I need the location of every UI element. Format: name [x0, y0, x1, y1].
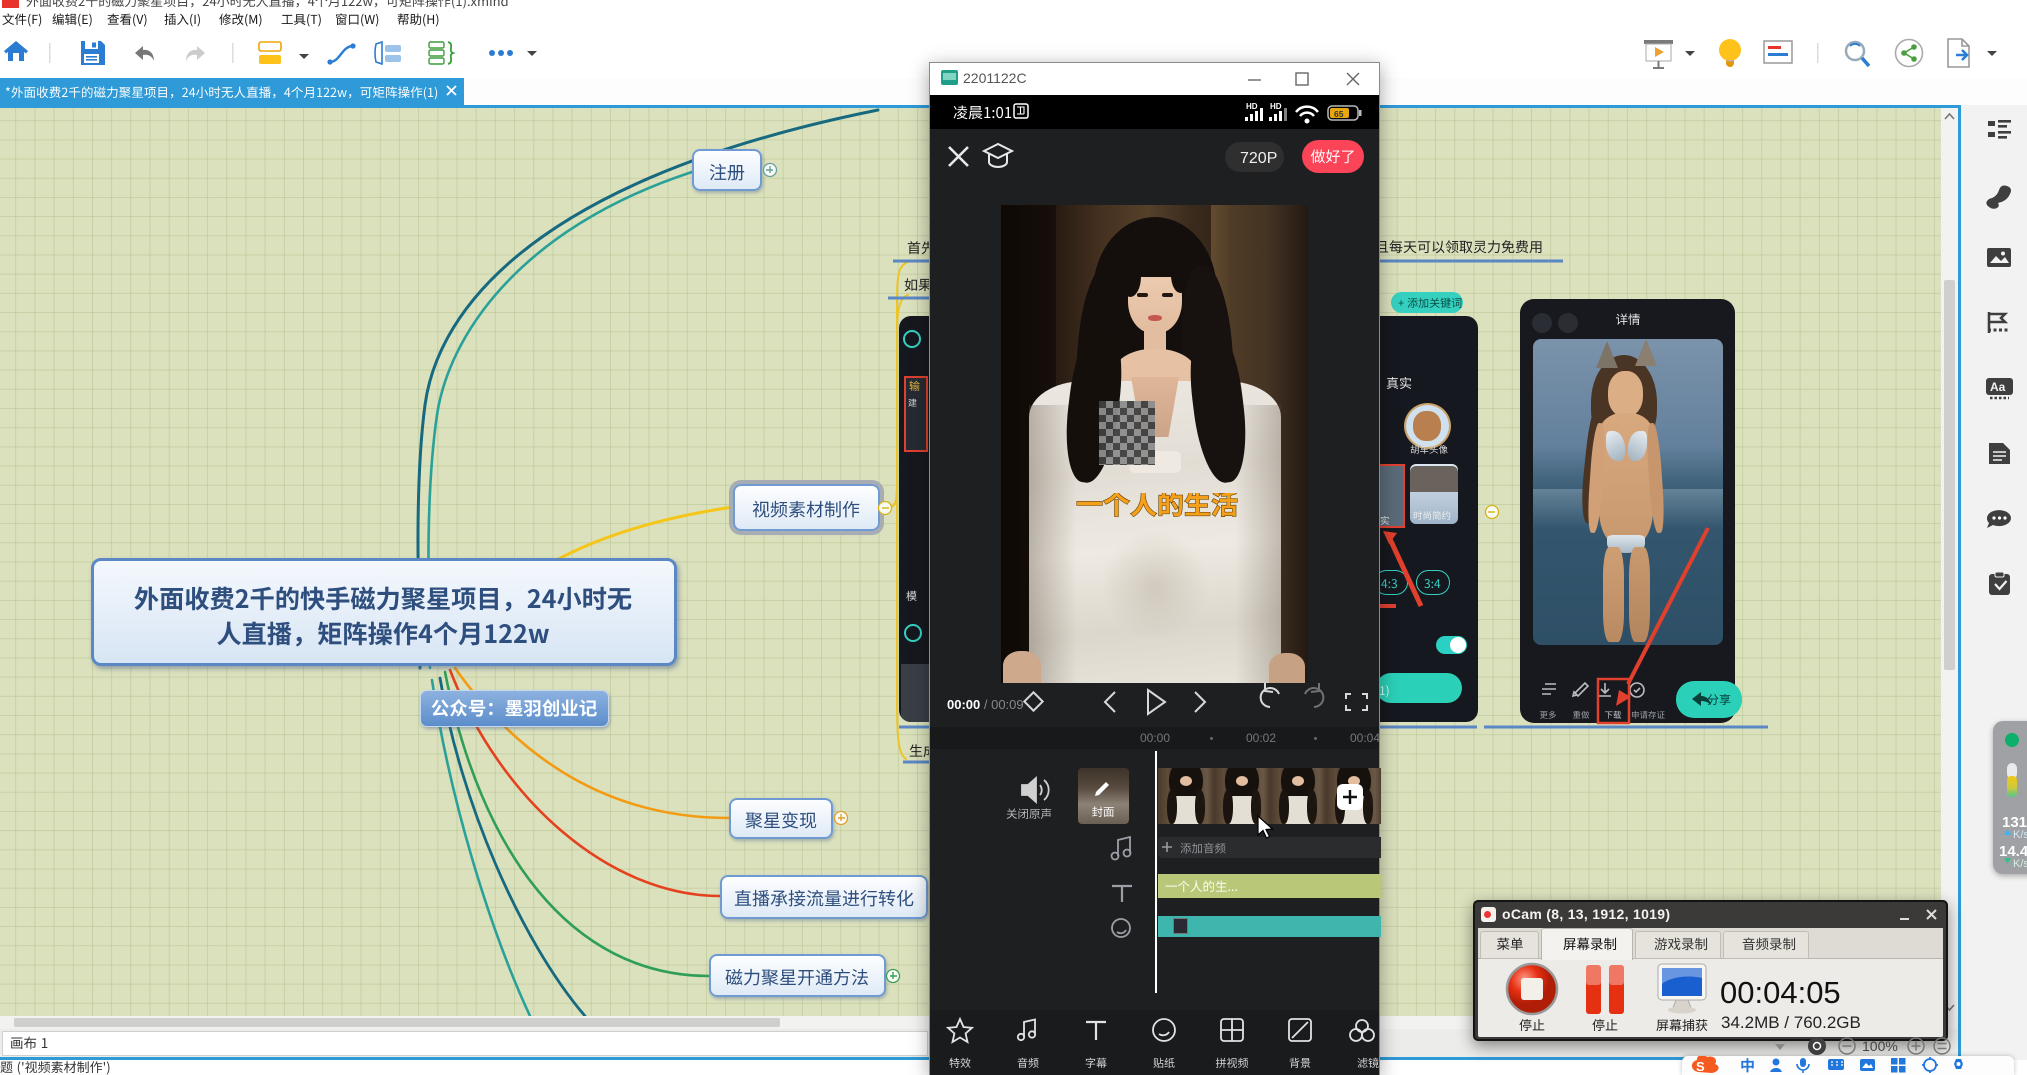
svg-text:K/s: K/s — [2013, 829, 2027, 841]
svg-text:00:04:05: 00:04:05 — [1720, 975, 1841, 1010]
svg-text:HD: HD — [1246, 102, 1258, 111]
svg-text:S: S — [1696, 1059, 1705, 1074]
svg-text:K/s: K/s — [2013, 858, 2027, 870]
svg-text:34.2MB / 760.2GB: 34.2MB / 760.2GB — [1721, 1013, 1861, 1032]
svg-text:HD: HD — [1270, 102, 1282, 111]
svg-text:720P: 720P — [1240, 150, 1277, 167]
svg-text:Aa: Aa — [1990, 380, 2006, 394]
svg-text:100%: 100% — [1862, 1038, 1898, 1054]
svg-text:65: 65 — [1334, 109, 1344, 119]
